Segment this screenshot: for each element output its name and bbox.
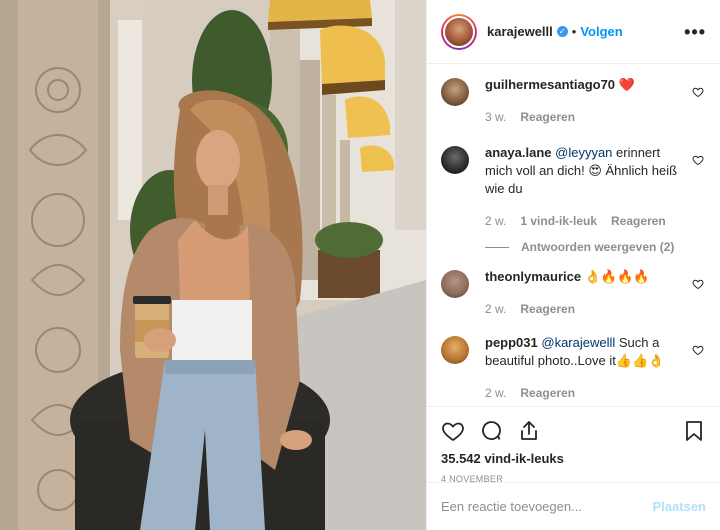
comment-avatar[interactable] — [441, 270, 469, 298]
likes-count[interactable]: 35.542 vind-ik-leuks — [441, 451, 706, 466]
comment-mention[interactable]: @karajewelll — [541, 335, 615, 350]
view-replies-label: Antwoorden weergeven (2) — [521, 240, 675, 254]
instagram-post: karajewelll ✓ • Volgen ••• guilhermesant… — [0, 0, 720, 530]
more-icon[interactable]: ••• — [684, 23, 706, 41]
like-comment-heart-icon[interactable] — [692, 86, 704, 98]
comment-text: ❤️ — [618, 77, 635, 92]
comment-avatar[interactable] — [441, 78, 469, 106]
comment-likes[interactable]: 1 vind-ik-leuk — [520, 214, 597, 228]
post-photo[interactable] — [0, 0, 426, 530]
verified-icon: ✓ — [556, 26, 568, 37]
comment-username[interactable]: pepp031 — [485, 335, 538, 350]
add-comment-bar: Plaatsen — [427, 482, 720, 530]
post-actions — [441, 415, 706, 447]
comment-icon[interactable] — [479, 419, 503, 443]
comment-body: anaya.lane @leyyyan erinnert mich voll a… — [485, 144, 680, 198]
comment-meta: 2 w. Reageren — [485, 386, 680, 400]
comment-time[interactable]: 2 w. — [485, 214, 506, 228]
avatar-image — [443, 15, 475, 48]
comment-body: guilhermesantiago70 ❤️ — [485, 76, 635, 94]
comment-time[interactable]: 3 w. — [485, 110, 506, 124]
comment-avatar[interactable] — [441, 146, 469, 174]
reply-button[interactable]: Reageren — [611, 214, 666, 228]
comment-meta: 3 w. Reageren — [485, 110, 635, 124]
avatar[interactable] — [441, 13, 477, 50]
like-comment-heart-icon[interactable] — [692, 154, 704, 166]
comment-time[interactable]: 2 w. — [485, 302, 506, 316]
comment-item: theonlymaurice 👌🔥🔥🔥 2 w. Reageren — [441, 268, 706, 316]
like-comment-heart-icon[interactable] — [692, 278, 704, 290]
comment-username[interactable]: guilhermesantiago70 — [485, 77, 615, 92]
view-replies-line — [485, 246, 509, 248]
post-actions-area: 35.542 vind-ik-leuks 4 NOVEMBER — [427, 406, 720, 484]
header-username[interactable]: karajewelll — [487, 24, 553, 39]
comment-time[interactable]: 2 w. — [485, 386, 506, 400]
comment-text: 👌🔥🔥🔥 — [584, 269, 650, 284]
comment-input[interactable] — [441, 499, 653, 514]
post-sidebar: karajewelll ✓ • Volgen ••• guilhermesant… — [426, 0, 720, 530]
reply-button[interactable]: Reageren — [520, 302, 575, 316]
reply-button[interactable]: Reageren — [520, 110, 575, 124]
comment-item: pepp031 @karajewelll Such a beautiful ph… — [441, 334, 706, 400]
comment-meta: 2 w. 1 vind-ik-leuk Reageren — [485, 214, 680, 228]
comment-meta: 2 w. Reageren — [485, 302, 649, 316]
heart-icon[interactable] — [441, 419, 465, 443]
header-separator: • — [571, 24, 577, 39]
photo-illustration — [0, 0, 426, 530]
like-comment-heart-icon[interactable] — [692, 344, 704, 356]
comment-body: theonlymaurice 👌🔥🔥🔥 — [485, 268, 649, 286]
bookmark-icon[interactable] — [682, 419, 706, 443]
view-replies-button[interactable]: Antwoorden weergeven (2) — [485, 240, 706, 254]
post-header: karajewelll ✓ • Volgen ••• — [427, 0, 720, 64]
comment-username[interactable]: theonlymaurice — [485, 269, 581, 284]
comment-item: guilhermesantiago70 ❤️ 3 w. Reageren — [441, 76, 706, 124]
comment-avatar[interactable] — [441, 336, 469, 364]
comment-username[interactable]: anaya.lane — [485, 145, 552, 160]
comment-mention[interactable]: @leyyyan — [555, 145, 612, 160]
comment-item: anaya.lane @leyyyan erinnert mich voll a… — [441, 144, 706, 228]
follow-button[interactable]: Volgen — [580, 24, 622, 39]
comment-body: pepp031 @karajewelll Such a beautiful ph… — [485, 334, 680, 370]
share-icon[interactable] — [517, 419, 541, 443]
reply-button[interactable]: Reageren — [520, 386, 575, 400]
post-comment-button[interactable]: Plaatsen — [653, 499, 706, 514]
comments-list[interactable]: guilhermesantiago70 ❤️ 3 w. Reageren ana… — [427, 64, 720, 406]
